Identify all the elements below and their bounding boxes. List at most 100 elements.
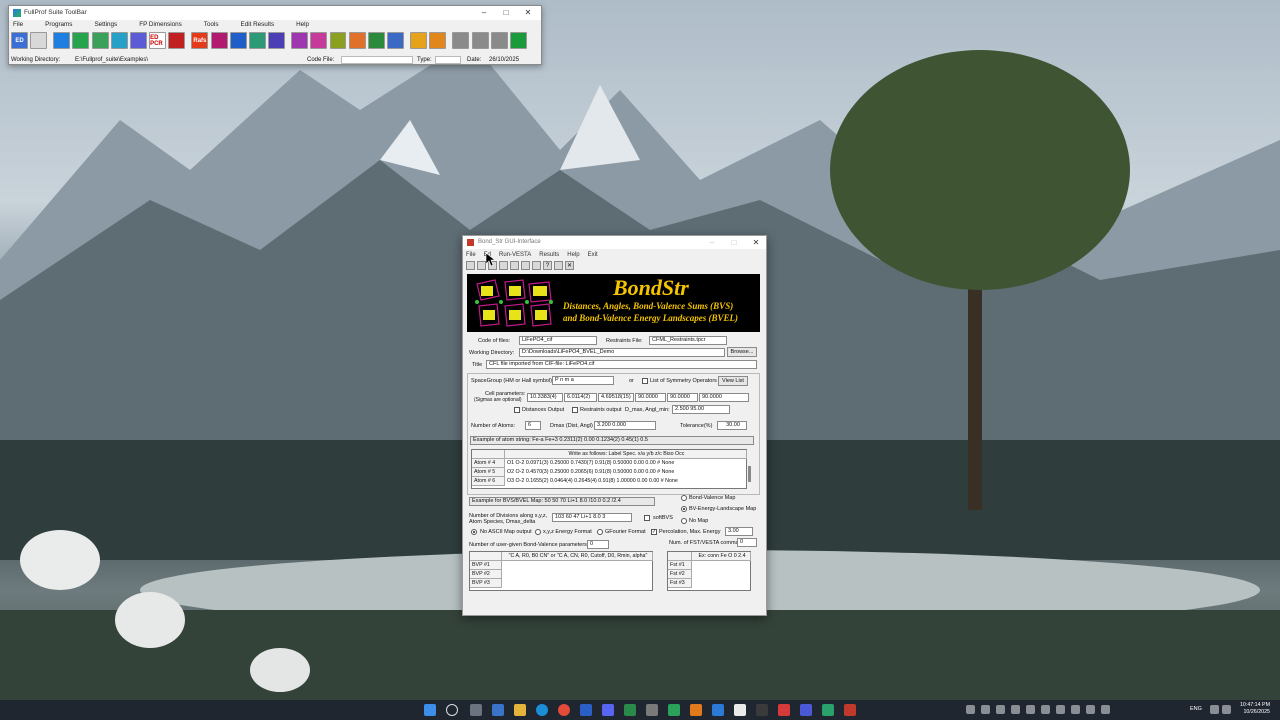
menu-tools[interactable]: Tools (204, 20, 219, 30)
view-list-button[interactable]: View List (718, 376, 748, 386)
max-energy-input[interactable]: 3.00 (725, 527, 753, 536)
spreadsheet-icon[interactable] (624, 704, 636, 716)
start-button-icon[interactable] (424, 704, 436, 716)
tray-icon[interactable] (1026, 705, 1035, 714)
plot-icon[interactable] (229, 32, 247, 49)
maximize-button[interactable]: □ (495, 6, 517, 20)
dmax-dist-angl-input[interactable]: 3.200 0.000 (594, 421, 656, 430)
diamond-tool-icon[interactable] (53, 32, 71, 49)
pattern-icon[interactable] (248, 32, 266, 49)
menu-file[interactable]: File (13, 20, 23, 30)
save-as-icon[interactable] (499, 261, 508, 270)
no-ascii-radio[interactable] (471, 529, 477, 535)
working-directory-input[interactable]: D:\Downloads\LiFePO4_BVEL_Demo (519, 348, 725, 357)
list-symop-checkbox[interactable] (642, 378, 648, 384)
app-icon-2[interactable] (690, 704, 702, 716)
pattern2-icon[interactable] (367, 32, 385, 49)
graph-icon[interactable] (91, 32, 109, 49)
atom-row-6[interactable]: O3 O-2 0.1655(2) 0.0464(4) 0.2645(4) 0.9… (507, 477, 678, 485)
tolerance-input[interactable]: 30.00 (717, 421, 747, 430)
atom-row-5[interactable]: O2 O-2 0.4570(3) 0.25000 0.2065(6) 0.91(… (507, 468, 674, 476)
menu-edit-results[interactable]: Edit Results (241, 20, 275, 30)
spacegroup-input[interactable]: P n m a (552, 376, 614, 385)
app-icon-5[interactable] (822, 704, 834, 716)
atoms-grid-scrollbar[interactable] (748, 466, 751, 482)
menu-settings[interactable]: Settings (94, 20, 117, 30)
open-folder-icon[interactable] (477, 261, 486, 270)
print-icon[interactable] (510, 261, 519, 270)
terminal-icon[interactable] (646, 704, 658, 716)
winplotr-icon[interactable] (129, 32, 147, 49)
tray-icon[interactable] (1011, 705, 1020, 714)
bw-minimize-button[interactable]: – (701, 236, 723, 250)
wifi-icon[interactable] (1210, 705, 1219, 714)
tray-icon[interactable] (1071, 705, 1080, 714)
bw-menu-file[interactable]: File (466, 250, 476, 260)
cell-gamma-input[interactable]: 90.0000 (699, 393, 749, 402)
bw-maximize-button[interactable]: □ (723, 236, 745, 250)
bw-menu-run-vesta[interactable]: Run-VESTA (499, 250, 531, 260)
tray-icon[interactable] (1086, 705, 1095, 714)
file-explorer-icon[interactable] (514, 704, 526, 716)
settings-icon[interactable] (554, 261, 563, 270)
notepad-icon[interactable] (30, 32, 48, 49)
ndiv-input[interactable]: 103 60 47 Li+1 8.0 3 (552, 513, 632, 522)
clock[interactable]: 10:47:14 PM 10/26/2025 (1240, 702, 1270, 716)
volume-icon[interactable] (1222, 705, 1231, 714)
app-icon-3[interactable] (756, 704, 768, 716)
widgets-icon[interactable] (492, 704, 504, 716)
gfourier-radio[interactable] (597, 529, 603, 535)
lattice-icon[interactable] (329, 32, 347, 49)
store-icon[interactable] (580, 704, 592, 716)
app-icon-4[interactable] (800, 704, 812, 716)
bvs-icon[interactable] (348, 32, 366, 49)
language-indicator[interactable]: ENG (1190, 706, 1202, 712)
cell-b-input[interactable]: 6.0114(2) (564, 393, 597, 402)
molecule-icon[interactable] (291, 32, 309, 49)
crystal-icon[interactable] (310, 32, 328, 49)
rafs-icon[interactable]: Rafs (191, 32, 209, 49)
cell-c-input[interactable]: 4.69518(15) (598, 393, 634, 402)
minimize-button[interactable]: – (473, 6, 495, 20)
vscode-icon[interactable] (712, 704, 724, 716)
browse-button[interactable]: Browse... (727, 347, 757, 357)
tray-icon[interactable] (966, 705, 975, 714)
view-icon[interactable] (532, 261, 541, 270)
code-files-input[interactable]: LiFePO4_cif (519, 336, 597, 345)
help-icon[interactable]: ? (543, 261, 552, 270)
gear2-icon[interactable] (429, 32, 447, 49)
title-input[interactable]: CFL file imported from CIF-file: LiFePO4… (486, 360, 757, 369)
softbvs-checkbox[interactable] (644, 515, 650, 521)
bw-menu-results[interactable]: Results (539, 250, 559, 260)
xyz-energy-radio[interactable] (535, 529, 541, 535)
no-map-radio[interactable] (681, 518, 687, 524)
atom-row-4[interactable]: O1 O-2 0.0971(3) 0.25000 0.7430(7) 0.91(… (507, 459, 674, 467)
dmax-angl-input[interactable]: 2.500 95.00 (672, 405, 730, 414)
results-icon[interactable] (168, 32, 186, 49)
bw-close-button[interactable]: ✕ (745, 236, 767, 250)
search-icon[interactable] (446, 704, 458, 716)
cell-a-input[interactable]: 10.3383(4) (527, 393, 563, 402)
zotero-icon[interactable] (778, 704, 790, 716)
structure-icon[interactable] (386, 32, 404, 49)
distances-output-checkbox[interactable] (514, 407, 520, 413)
nfst-input[interactable]: 0 (737, 538, 757, 547)
mag3-icon[interactable] (490, 32, 508, 49)
tray-icon[interactable] (1101, 705, 1110, 714)
chrome-icon[interactable] (558, 704, 570, 716)
restraints-output-checkbox[interactable] (572, 407, 578, 413)
cube-icon[interactable] (268, 32, 285, 49)
run-icon[interactable] (521, 261, 530, 270)
task-view-icon[interactable] (470, 704, 482, 716)
checkmark-icon[interactable] (72, 32, 90, 49)
gear-icon[interactable] (410, 32, 428, 49)
bw-menu-help[interactable]: Help (567, 250, 579, 260)
notion-icon[interactable] (734, 704, 746, 716)
close-button[interactable]: ✕ (517, 6, 539, 20)
cell-alpha-input[interactable]: 90.0000 (635, 393, 666, 402)
fullprof-icon[interactable] (110, 32, 128, 49)
menu-help[interactable]: Help (296, 20, 309, 30)
natoms-input[interactable]: 6 (525, 421, 541, 430)
bondstr-taskbar-icon[interactable] (844, 704, 856, 716)
edge-icon[interactable] (536, 704, 548, 716)
